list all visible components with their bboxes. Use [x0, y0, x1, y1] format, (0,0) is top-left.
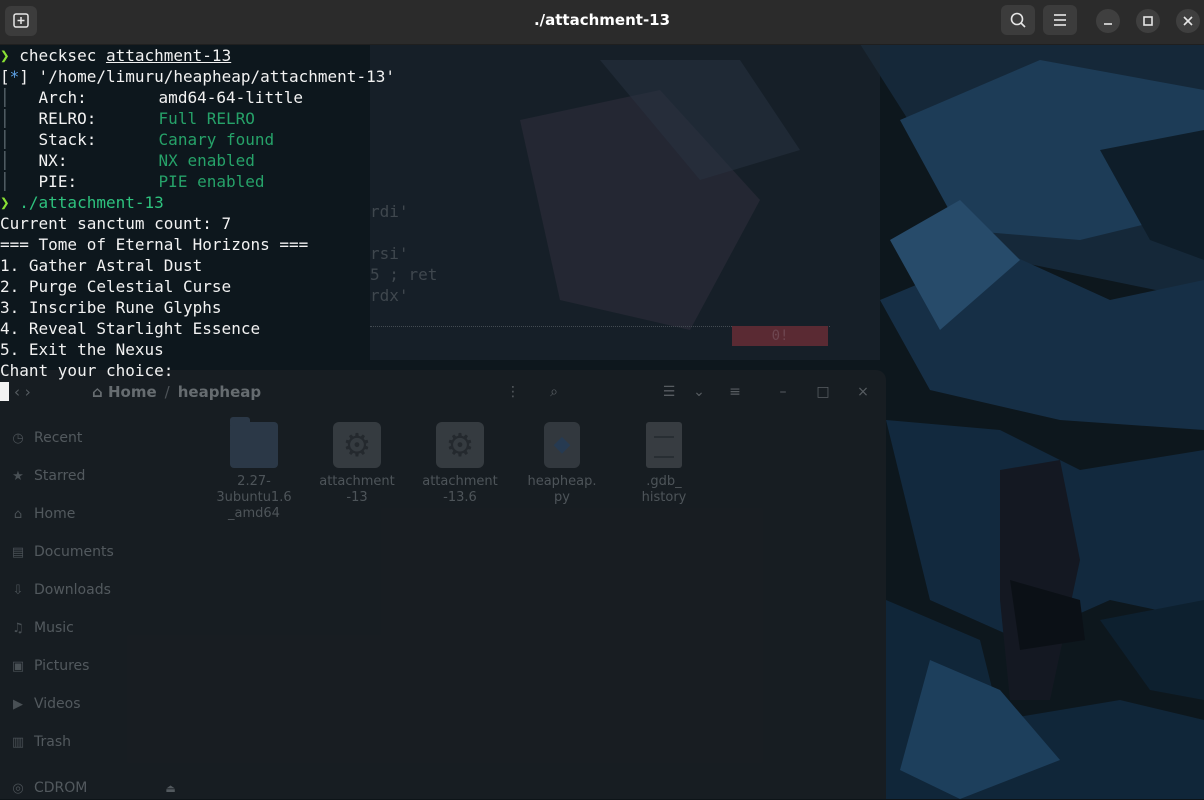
- checksec-value: PIE enabled: [158, 172, 265, 191]
- menu-option: 2. Purge Celestial Curse: [0, 277, 232, 296]
- binary-path: '/home/limuru/heapheap/attachment-13': [28, 67, 395, 86]
- checksec-key: NX:: [38, 151, 68, 170]
- menu-option: 3. Inscribe Rune Glyphs: [0, 298, 222, 317]
- command-name: ./attachment-13: [19, 193, 164, 212]
- new-tab-button[interactable]: [5, 6, 37, 36]
- prompt-line: ❯ checksec attachment-13: [0, 45, 395, 66]
- checksec-row: │ RELRO: Full RELRO: [0, 108, 395, 129]
- minimize-button[interactable]: [1096, 9, 1120, 33]
- checksec-value: NX enabled: [158, 151, 255, 170]
- close-button[interactable]: [1176, 9, 1200, 33]
- info-mark: *: [9, 67, 20, 86]
- checksec-row: │ PIE: PIE enabled: [0, 171, 395, 192]
- prompt-line: ❯ ./attachment-13: [0, 192, 395, 213]
- checksec-key: Arch:: [38, 88, 87, 107]
- tree-bar: │: [0, 109, 29, 128]
- checksec-value: Canary found: [158, 130, 275, 149]
- maximize-icon: [1143, 16, 1153, 26]
- maximize-button[interactable]: [1136, 9, 1160, 33]
- checksec-value: amd64-64-little: [158, 88, 304, 107]
- minimize-icon: [1104, 23, 1112, 25]
- checksec-key: PIE:: [38, 172, 78, 191]
- info-bracket: [: [0, 67, 10, 86]
- prompt-arrow-icon: ❯: [0, 193, 20, 212]
- checksec-row: │ NX: NX enabled: [0, 150, 395, 171]
- terminal-output[interactable]: ❯ checksec attachment-13 [*] '/home/limur…: [0, 45, 395, 381]
- menu-option: 5. Exit the Nexus: [0, 340, 164, 359]
- hamburger-menu-icon: [1054, 14, 1066, 26]
- tree-bar: │: [0, 172, 29, 191]
- checksec-value: Full RELRO: [158, 109, 255, 128]
- prompt-arrow-icon: ❯: [0, 46, 20, 65]
- menu-button[interactable]: [1043, 5, 1077, 35]
- terminal-cursor[interactable]: [0, 382, 9, 401]
- menu-option: 4. Reveal Starlight Essence: [0, 319, 261, 338]
- tree-bar: │: [0, 88, 29, 107]
- close-icon: [1183, 16, 1193, 26]
- terminal-header-bar: ./attachment-13: [0, 0, 1204, 45]
- menu-title: === Tome of Eternal Horizons ===: [0, 235, 309, 254]
- program-output-line: Current sanctum count: 7: [0, 214, 232, 233]
- info-bracket: ]: [19, 67, 29, 86]
- search-icon: [1010, 12, 1026, 28]
- background-window-badge: 0!: [732, 326, 828, 346]
- checksec-key: RELRO:: [38, 109, 97, 128]
- checksec-key: Stack:: [38, 130, 97, 149]
- checksec-row: │ Stack: Canary found: [0, 129, 395, 150]
- input-prompt: Chant your choice:: [0, 361, 174, 380]
- tree-bar: │: [0, 130, 29, 149]
- command-argument: attachment-13: [105, 46, 232, 65]
- search-button[interactable]: [1001, 5, 1035, 35]
- tree-bar: │: [0, 151, 29, 170]
- new-tab-icon: [13, 13, 29, 28]
- checksec-row: │ Arch: amd64-64-little: [0, 87, 395, 108]
- checksec-file-line: [*] '/home/limuru/heapheap/attachment-13…: [0, 66, 395, 87]
- command-name: checksec: [19, 46, 97, 65]
- menu-option: 1. Gather Astral Dust: [0, 256, 203, 275]
